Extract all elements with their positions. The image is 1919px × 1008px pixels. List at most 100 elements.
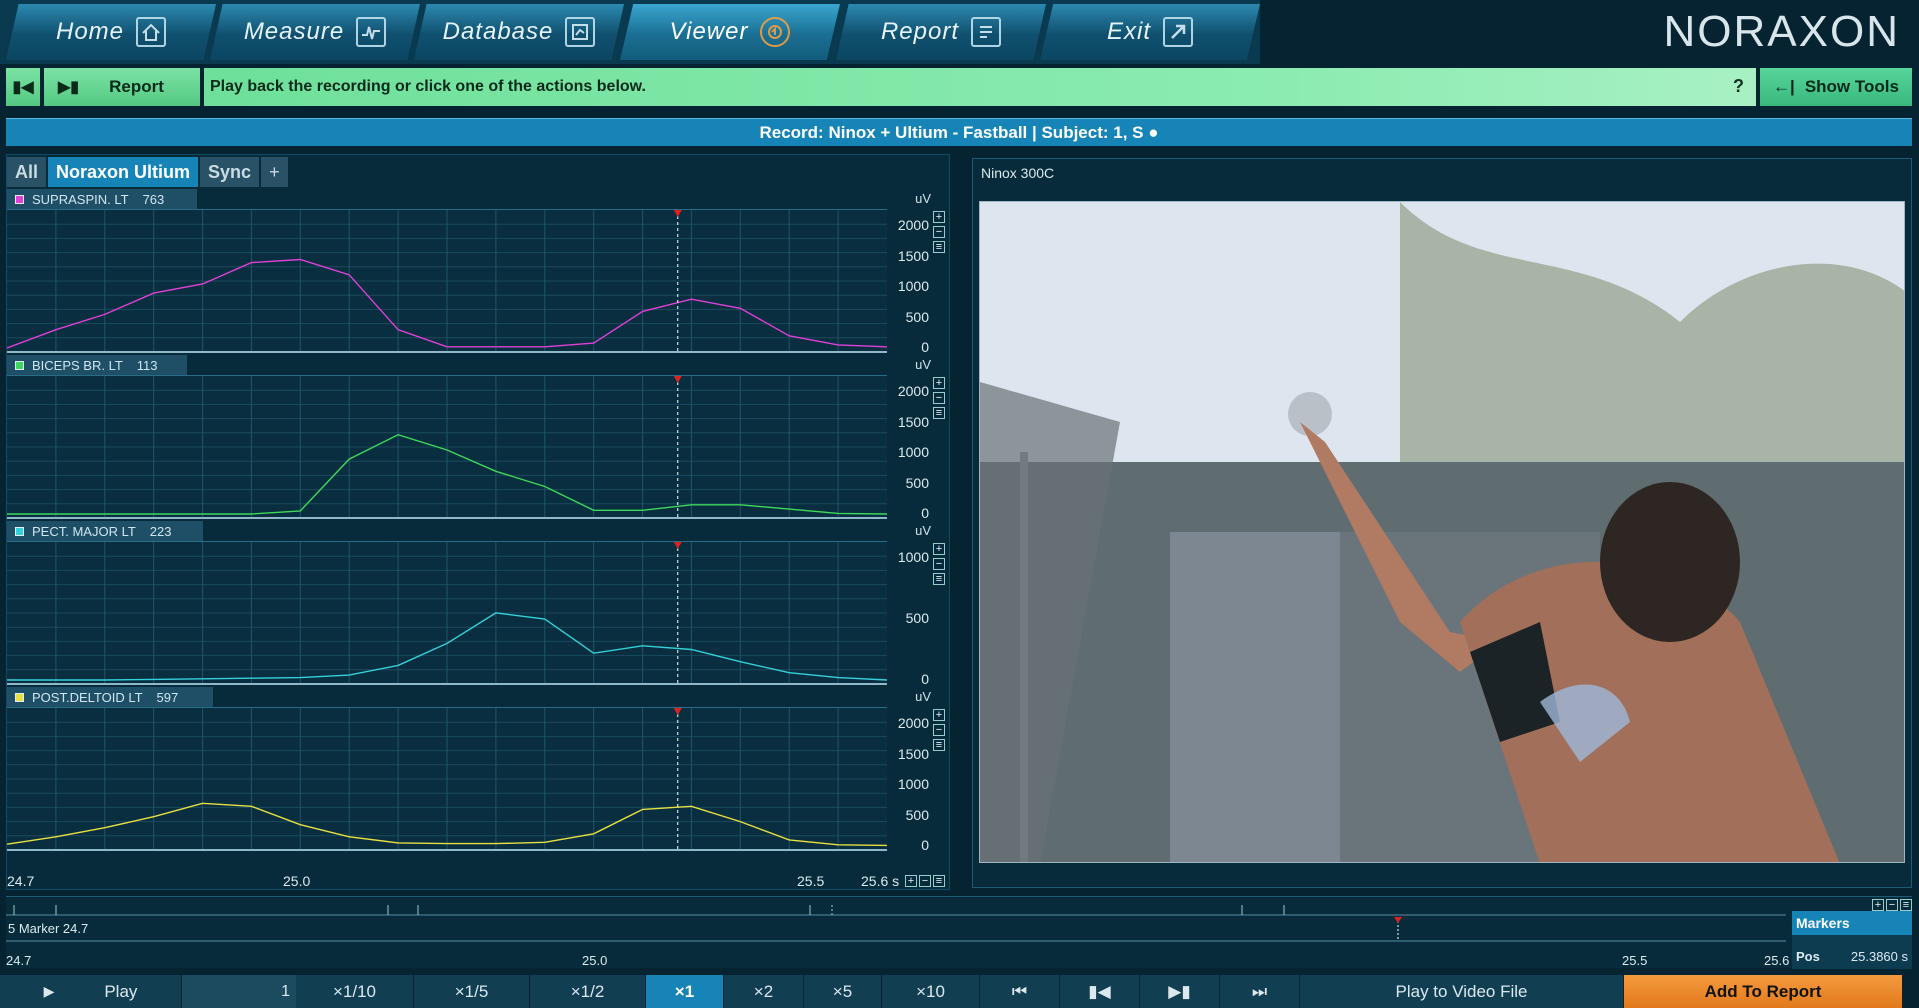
hint-bar: Play back the recording or click one of … [204,68,1756,106]
channel-label[interactable]: POST.DELTOID LT 597 [7,687,213,707]
skip-to-end-button[interactable]: ⏭ [1220,975,1300,1008]
y-tick-label: 0 [921,339,929,355]
channel-unit: uV [915,357,931,372]
channel-label[interactable]: BICEPS BR. LT 113 [7,355,187,375]
tab-sync[interactable]: Sync [200,157,260,187]
channel-fit-button[interactable]: ≡ [933,407,945,419]
emg-chart [7,542,887,683]
y-tick-label: 0 [921,505,929,521]
nav-tab-home[interactable]: Home [6,4,216,60]
speed-button[interactable]: ×5 [804,975,882,1008]
marker-fit-button[interactable]: ≡ [1900,899,1912,911]
channel-name: BICEPS BR. LT [32,357,123,373]
viewer-icon [760,17,791,47]
nav-tab-report[interactable]: Report [836,4,1046,60]
emg-chart [7,210,887,351]
channel-zoom-in-button[interactable]: + [933,377,945,389]
pos-value: 25.3860 s [1850,949,1908,964]
markers-header: Markers [1792,911,1912,935]
marker-zoom-in-button[interactable]: + [1872,899,1884,911]
play-icon: ▶ [43,983,55,999]
tab-noraxon-ultium[interactable]: Noraxon Ultium [48,157,199,187]
speed-button[interactable]: ×10 [882,975,980,1008]
cursor-marker [673,376,682,383]
video-scene [980,202,1904,862]
emg-chart [7,376,887,517]
play-button[interactable]: ▶ Play [0,975,182,1008]
emg-channel: PECT. MAJOR LT 223 uV 1000 500 0 + − ≡ [7,521,951,687]
marker-zoom-out-button[interactable]: − [1886,899,1898,911]
video-title: Ninox 300C [981,165,1055,181]
nav-tab-database[interactable]: Database [414,4,624,60]
y-tick-label: 500 [905,308,929,325]
channel-fit-button[interactable]: ≡ [933,241,945,253]
channel-value: 763 [142,191,165,207]
tab-all[interactable]: All [7,157,47,187]
channel-plot[interactable] [7,209,887,353]
skip-to-start-button[interactable]: ⏮ [980,975,1060,1008]
x-fit-button[interactable]: ≡ [933,875,945,887]
channel-plot[interactable] [7,541,887,685]
channel-label[interactable]: PECT. MAJOR LT 223 [7,521,203,541]
y-tick-label: 2000 [897,217,929,233]
marker-axis-tick: 24.7 [6,953,32,968]
collapse-left-button[interactable]: ▮◀ [6,68,40,106]
channel-color-swatch [15,526,24,536]
x-tick-label: 25.5 [797,873,825,889]
channel-zoom-out-button[interactable]: − [933,226,945,238]
channel-name: PECT. MAJOR LT [32,523,136,539]
x-tick-label: 25.6 s [861,873,900,889]
y-tick-label: 1500 [897,745,929,762]
cursor-marker [673,210,682,217]
step-back-button[interactable]: ▮◀ [1060,975,1140,1008]
y-tick-label: 0 [921,671,929,687]
marker-timeline[interactable]: 5 Marker 24.7 24.7 25.0 25.5 25.6 + − ≡ … [6,896,1912,969]
show-tools-button[interactable]: ←| Show Tools [1760,68,1912,106]
channel-zoom-out-button[interactable]: − [933,558,945,570]
speed-button-active[interactable]: ×1 [646,975,724,1008]
channel-plot[interactable] [7,375,887,519]
video-frame[interactable] [979,201,1905,863]
help-icon[interactable]: ? [1733,76,1744,97]
nav-tab-label: Exit [1106,18,1151,45]
channel-zoom-out-button[interactable]: − [933,724,945,736]
speed-button[interactable]: ×2 [724,975,804,1008]
nav-tab-viewer[interactable]: Viewer [620,4,840,60]
record-title-bar: Record: Ninox + Ultium - Fastball | Subj… [6,118,1912,146]
marker-axis-tick: 25.5 [1622,953,1648,968]
channel-color-swatch [15,360,24,370]
channel-panel: All Noraxon Ultium Sync + SUPRASPIN. LT 7… [6,154,950,890]
channel-fit-button[interactable]: ≡ [933,573,945,585]
nav-tab-exit[interactable]: Exit [1040,4,1260,60]
skip-start-icon: ⏮ [1011,981,1028,1001]
step-forward-icon: ▶▮ [1168,981,1191,1001]
speed-input[interactable] [182,975,296,1008]
speed-button[interactable]: ×1/5 [414,975,530,1008]
x-zoom-out-button[interactable]: − [919,875,931,887]
channel-label[interactable]: SUPRASPIN. LT 763 [7,189,197,209]
nav-tab-label: Database [442,18,554,45]
channel-zoom-in-button[interactable]: + [933,709,945,721]
report-action-button[interactable]: ▶▮ Report [44,68,200,106]
nav-tab-label: Report [880,18,960,45]
channel-fit-button[interactable]: ≡ [933,739,945,751]
speed-button[interactable]: ×1/10 [296,975,414,1008]
step-forward-button[interactable]: ▶▮ [1140,975,1220,1008]
channel-color-swatch [15,194,24,204]
speed-button[interactable]: ×1/2 [530,975,646,1008]
transport-bar: ▶ Play ×1/10 ×1/5 ×1/2 ×1 ×2 ×5 ×10 ⏮ ▮◀… [0,975,1919,1008]
channel-zoom-in-button[interactable]: + [933,543,945,555]
channel-zoom-out-button[interactable]: − [933,392,945,404]
database-icon [565,17,596,47]
channel-zoom-in-button[interactable]: + [933,211,945,223]
channel-plot[interactable] [7,707,887,851]
add-to-report-button[interactable]: Add To Report [1624,975,1903,1008]
add-tab-button[interactable]: + [261,157,288,187]
x-zoom-in-button[interactable]: + [905,875,917,887]
play-to-video-file-button[interactable]: Play to Video File [1300,975,1624,1008]
nav-tab-measure[interactable]: Measure [210,4,420,60]
y-tick-label: 2000 [897,715,929,731]
video-panel: Ninox 300C [972,158,1912,888]
nav-tab-label: Viewer [669,18,749,45]
action-bar: ▮◀ ▶▮ Report Play back the recording or … [0,68,1919,106]
